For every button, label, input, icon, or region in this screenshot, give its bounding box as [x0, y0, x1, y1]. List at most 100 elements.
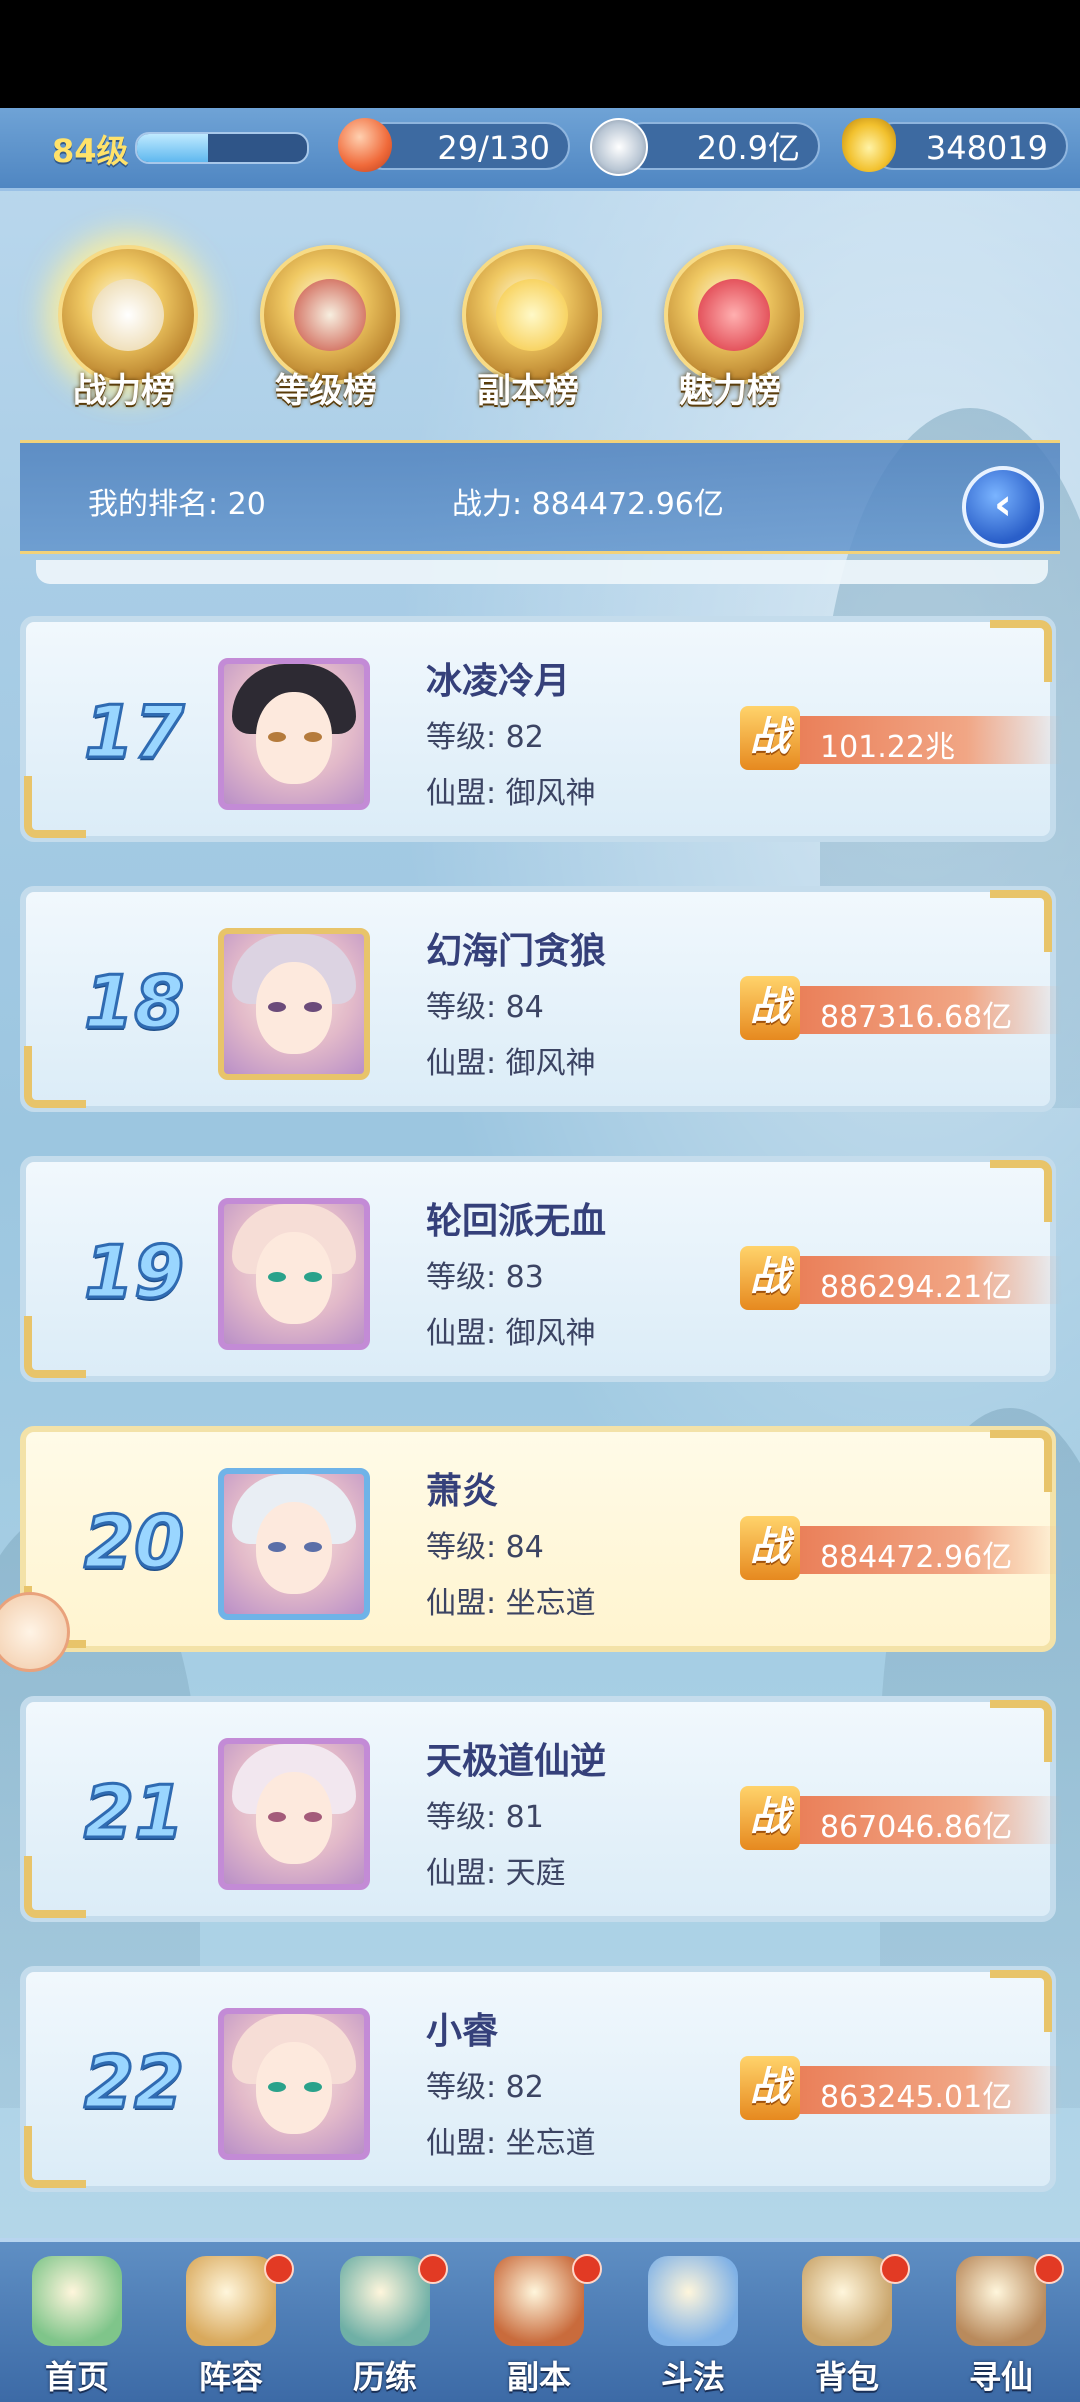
player-level: 84级 [52, 132, 129, 170]
my-rank-bar: 我的排名: 20 战力: 884472.96亿 [20, 440, 1060, 554]
corner-ornament [990, 1430, 1052, 1492]
corner-ornament [24, 1316, 86, 1378]
resource-bar: 84级 29/130 20.9亿 348019 [0, 108, 1080, 191]
avatar-eye [304, 1542, 322, 1552]
avatar-eye [268, 1002, 286, 1012]
avatar[interactable] [218, 658, 370, 810]
player-level-text: 等级: 81 [426, 1800, 544, 1835]
gold-value: 348019 [925, 129, 1048, 167]
power-bar: 战 884472.96亿 [740, 1516, 1062, 1580]
tab-dungeon-ranking[interactable]: 副本榜 [438, 235, 618, 415]
corner-ornament [24, 1856, 86, 1918]
notification-dot [1034, 2254, 1064, 2284]
corner-ornament [990, 1970, 1052, 2032]
nav-item[interactable]: 首页 [0, 2242, 154, 2402]
battle-badge-icon: 战 [740, 976, 800, 1040]
nav-item[interactable]: 斗法 [616, 2242, 770, 2402]
avatar-eye [304, 1002, 322, 1012]
battle-badge-icon: 战 [740, 706, 800, 770]
corner-ornament [24, 776, 86, 838]
avatar-eye [304, 2082, 322, 2092]
tab-charm-ranking[interactable]: 魅力榜 [640, 235, 820, 415]
power-bar: 战 887316.68亿 [740, 976, 1062, 1040]
player-card[interactable]: 20 萧炎 等级: 84 仙盟: 坐忘道 战 884472.96亿 [20, 1426, 1062, 1652]
player-guild: 仙盟: 坐忘道 [426, 2126, 596, 2161]
player-card[interactable]: 18 幻海门贪狼 等级: 84 仙盟: 御风神 战 887316.68亿 [20, 886, 1062, 1112]
silver-counter[interactable]: 20.9亿 [620, 122, 820, 170]
avatar[interactable] [218, 2008, 370, 2160]
battle-badge-icon: 战 [740, 2056, 800, 2120]
power-bar: 战 886294.21亿 [740, 1246, 1062, 1310]
silver-value: 20.9亿 [696, 129, 800, 167]
nav-label: 寻仙 [968, 2358, 1033, 2396]
avatar-eye [304, 1812, 322, 1822]
power-bar: 战 863245.01亿 [740, 2056, 1062, 2120]
nav-item[interactable]: 阵容 [154, 2242, 308, 2402]
avatar-eye [304, 1272, 322, 1282]
player-name: 幻海门贪狼 [426, 931, 607, 972]
my-rank-text: 我的排名: 20 [88, 487, 266, 522]
nav-item[interactable]: 历练 [308, 2242, 462, 2402]
player-name: 萧炎 [426, 1471, 499, 1512]
my-power-text: 战力: 884472.96亿 [452, 487, 724, 522]
player-guild: 仙盟: 御风神 [426, 1046, 596, 1081]
player-guild: 仙盟: 坐忘道 [426, 1586, 596, 1621]
nav-item[interactable]: 背包 [770, 2242, 924, 2402]
tab-level-ranking[interactable]: 等级榜 [236, 235, 416, 415]
xp-bar [135, 132, 309, 164]
gold-counter[interactable]: 348019 [870, 122, 1068, 170]
player-guild: 仙盟: 天庭 [426, 1856, 566, 1891]
power-value: 886294.21亿 [820, 1270, 1013, 1305]
player-card[interactable]: 21 天极道仙逆 等级: 81 仙盟: 天庭 战 867046.86亿 [20, 1696, 1062, 1922]
nav-item[interactable]: 寻仙 [924, 2242, 1078, 2402]
avatar[interactable] [218, 1198, 370, 1350]
notification-dot [572, 2254, 602, 2284]
nav-icon [802, 2256, 892, 2346]
nav-label: 首页 [44, 2358, 109, 2396]
corner-ornament [990, 620, 1052, 682]
notification-dot [264, 2254, 294, 2284]
corner-ornament [990, 1160, 1052, 1222]
stamina-value: 29/130 [437, 129, 550, 167]
avatar-eye [268, 1812, 286, 1822]
device-status-area [0, 0, 1080, 108]
player-name: 冰凌冷月 [426, 661, 571, 702]
rank-number: 18 [83, 959, 186, 1046]
nav-item[interactable]: 副本 [462, 2242, 616, 2402]
avatar[interactable] [218, 928, 370, 1080]
coin-icon [590, 118, 648, 176]
nav-label: 副本 [506, 2358, 571, 2396]
corner-ornament [24, 2126, 86, 2188]
rank-number: 20 [83, 1499, 186, 1586]
gold-ingot-icon [842, 118, 896, 172]
rank-number: 21 [83, 1769, 186, 1856]
avatar[interactable] [218, 1738, 370, 1890]
avatar-eye [268, 2082, 286, 2092]
player-card[interactable]: 19 轮回派无血 等级: 83 仙盟: 御风神 战 886294.21亿 [20, 1156, 1062, 1382]
avatar[interactable] [218, 1468, 370, 1620]
nav-icon [340, 2256, 430, 2346]
battle-badge-icon: 战 [740, 1246, 800, 1310]
power-value: 884472.96亿 [820, 1540, 1013, 1575]
power-value: 887316.68亿 [820, 1000, 1013, 1035]
battle-badge-icon: 战 [740, 1516, 800, 1580]
corner-ornament [24, 1046, 86, 1108]
player-name: 轮回派无血 [426, 1201, 607, 1242]
player-level-text: 等级: 82 [426, 720, 544, 755]
player-card[interactable]: 17 冰凌冷月 等级: 82 仙盟: 御风神 战 101.22兆 [20, 616, 1062, 842]
avatar-eye [268, 732, 286, 742]
nav-label: 斗法 [660, 2358, 725, 2396]
notification-dot [880, 2254, 910, 2284]
xp-fill [137, 134, 209, 162]
back-arrow-icon[interactable]: ‹ [962, 466, 1044, 548]
avatar-eye [268, 1542, 286, 1552]
avatar-eye [268, 1272, 286, 1282]
player-card[interactable]: 22 小睿 等级: 82 仙盟: 坐忘道 战 863245.01亿 [20, 1966, 1062, 2192]
rank-number: 17 [83, 689, 186, 776]
tab-power-ranking[interactable]: 战力榜 [34, 235, 214, 415]
player-level-text: 等级: 84 [426, 1530, 544, 1565]
rank-number: 19 [83, 1229, 186, 1316]
player-name: 小睿 [426, 2011, 499, 2052]
bottom-nav: 首页 阵容 历练 副本 斗法 背包 寻仙 [0, 2238, 1080, 2402]
nav-icon [956, 2256, 1046, 2346]
